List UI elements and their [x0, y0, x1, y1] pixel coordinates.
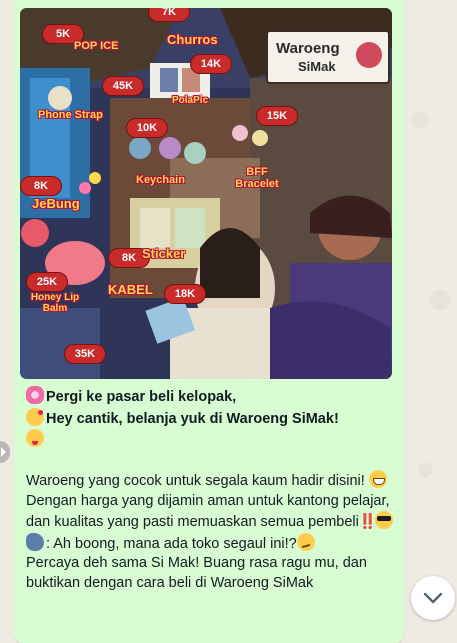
label-lipbalm: Honey Lip Balm — [30, 292, 80, 314]
scroll-to-bottom-button[interactable] — [411, 576, 455, 620]
smirking-face-icon — [296, 532, 315, 551]
price-tag-phonestrap: 45K — [102, 76, 144, 96]
label-phonestrap: Phone Strap — [38, 109, 103, 121]
price-tag-keychain: 10K — [126, 118, 168, 138]
price-tag-churros: 7K — [148, 8, 190, 22]
chevron-down-icon — [423, 592, 443, 604]
text-line-3 — [26, 429, 398, 451]
price-tag-polapic: 14K — [190, 54, 232, 74]
grinning-sweat-icon — [368, 470, 387, 488]
shop-sign-line1: Waroeng — [276, 40, 340, 57]
face-blowing-kiss-icon — [26, 407, 44, 426]
text-paragraph-3: : Ah boong, mana ada toko segaul ini!? — [26, 532, 398, 555]
label-popice: POP ICE — [74, 40, 119, 52]
label-sticker: Sticker — [142, 246, 186, 261]
price-tag-kabel: 18K — [164, 284, 206, 304]
price-tag-lipbalm: 25K — [26, 272, 68, 292]
shop-sign-line2: SiMak — [298, 59, 336, 74]
text-paragraph-4: Percaya deh sama Si Mak! Buang rasa ragu… — [26, 555, 367, 591]
price-tag-bracelet: 15K — [256, 106, 298, 126]
price-tag-bag: 35K — [64, 344, 106, 364]
text-line-2: Hey cantik, belanja yuk di Waroeng SiMak… — [26, 407, 398, 430]
label-kabel: KABEL — [108, 282, 153, 297]
shop-sign: Waroeng SiMak — [266, 30, 390, 84]
label-polapic: PolaPic — [172, 95, 209, 106]
message-image[interactable]: Waroeng SiMak 5K POP ICE 7K Churros 14K … — [20, 8, 392, 379]
double-exclamation-icon: ‼️ — [358, 514, 377, 530]
text-paragraph-2: Waroeng yang cocok untuk segala kaum had… — [26, 470, 398, 533]
text-line-1: Pergi ke pasar beli kelopak, — [26, 386, 398, 408]
winking-face-tongue-icon — [26, 429, 44, 447]
cherry-blossom-icon — [26, 386, 44, 404]
label-jebung: JeBung — [32, 196, 80, 211]
label-keychain: Keychain — [136, 174, 185, 186]
price-tag-jebung: 8K — [20, 176, 62, 196]
label-bracelet: BFF Bracelet — [235, 166, 279, 190]
smiling-sunglasses-icon — [374, 511, 393, 529]
speaking-head-icon — [26, 532, 44, 551]
message-text: Pergi ke pasar beli kelopak, Hey cantik,… — [26, 386, 398, 593]
mascot-icon — [356, 42, 382, 68]
label-churros: Churros — [167, 32, 218, 47]
